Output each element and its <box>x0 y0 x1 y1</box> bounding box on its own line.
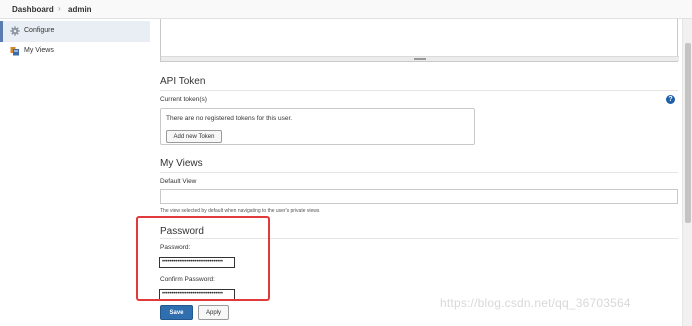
sidebar-item-my-views[interactable]: My Views <box>0 41 150 62</box>
sidebar-item-label: My Views <box>24 47 54 54</box>
sidebar-item-configure[interactable]: Configure <box>0 21 150 42</box>
api-token-heading: API Token <box>160 76 206 87</box>
section-divider <box>160 172 678 173</box>
watermark: https://blog.csdn.net/qq_36703564 <box>440 296 631 310</box>
token-list-box: There are no registered tokens for this … <box>160 108 475 145</box>
apply-button[interactable]: Apply <box>198 305 229 320</box>
active-indicator <box>0 21 3 42</box>
add-new-token-button[interactable]: Add new Token <box>166 130 222 143</box>
highlight-box <box>136 216 270 301</box>
no-tokens-message: There are no registered tokens for this … <box>166 115 293 122</box>
current-tokens-label: Current token(s) <box>160 96 207 103</box>
breadcrumb-user-link[interactable]: admin <box>68 5 92 14</box>
default-view-hint: The view selected by default when naviga… <box>160 208 320 214</box>
breadcrumb-separator: › <box>58 4 61 13</box>
views-icon <box>10 47 19 56</box>
gear-icon <box>10 26 20 36</box>
section-divider <box>160 90 678 91</box>
breadcrumb-dashboard-link[interactable]: Dashboard <box>12 5 54 14</box>
sidebar: Configure My Views <box>0 19 150 326</box>
sidebar-item-label: Configure <box>24 27 55 34</box>
default-view-input[interactable] <box>160 189 678 204</box>
vertical-scrollbar[interactable] <box>682 19 692 326</box>
help-icon[interactable]: ? <box>666 95 675 104</box>
breadcrumb-bar: Dashboard › admin <box>0 0 692 19</box>
description-textarea[interactable] <box>160 19 679 62</box>
scrollbar-thumb[interactable] <box>685 43 691 223</box>
default-view-label: Default View <box>160 178 197 185</box>
my-views-heading: My Views <box>160 158 203 169</box>
save-button[interactable]: Save <box>160 305 193 320</box>
resize-handle[interactable] <box>161 56 679 61</box>
